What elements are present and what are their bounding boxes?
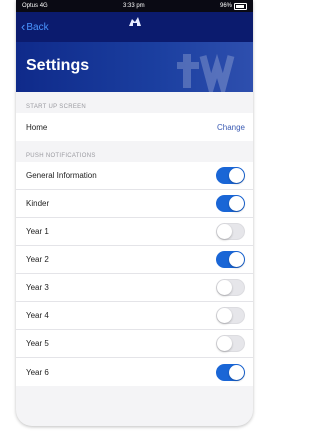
- battery-percent: 96%: [219, 3, 232, 9]
- push-notifications-list: General Information Kinder Year 1 Year 2…: [16, 162, 253, 386]
- carrier-name: Optus: [22, 3, 39, 9]
- status-bar: Optus 4G 3:33 pm 96%: [16, 0, 253, 12]
- list-item-home: Home Change: [16, 113, 253, 141]
- back-button[interactable]: ‹ Back: [16, 19, 49, 34]
- list-item-year-1: Year 1: [16, 218, 253, 246]
- status-time: 3:33 pm: [123, 3, 145, 9]
- battery-icon: [234, 2, 247, 10]
- toggle-switch[interactable]: [216, 223, 245, 240]
- toggle-knob: [217, 336, 232, 351]
- chevron-left-icon: ‹: [21, 19, 26, 34]
- toggle-knob: [217, 308, 232, 323]
- row-label: Year 2: [26, 255, 49, 264]
- toggle-knob: [229, 252, 244, 267]
- watermark-icon: [177, 53, 235, 92]
- navigation-bar: ‹ Back: [16, 12, 253, 42]
- section-heading-startup: START UP SCREEN: [16, 92, 253, 113]
- back-label: Back: [26, 21, 49, 33]
- row-label: Home: [26, 122, 48, 132]
- toggle-knob: [229, 168, 244, 183]
- toggle-switch[interactable]: [216, 307, 245, 324]
- toggle-switch[interactable]: [216, 335, 245, 352]
- toggle-switch[interactable]: [216, 167, 245, 184]
- settings-header: Settings: [16, 42, 253, 92]
- row-label: General Information: [26, 171, 97, 180]
- toggle-switch[interactable]: [216, 363, 245, 381]
- section-heading-push: PUSH NOTIFICATIONS: [16, 141, 253, 162]
- list-item-year-2: Year 2: [16, 246, 253, 274]
- row-label: Year 3: [26, 283, 49, 292]
- toggle-knob: [217, 224, 232, 239]
- row-label: Year 5: [26, 339, 49, 348]
- toggle-knob: [229, 364, 244, 380]
- list-item-general-information: General Information: [16, 162, 253, 190]
- row-label: Year 6: [26, 367, 49, 377]
- row-label: Year 1: [26, 227, 49, 236]
- list-item-year-6: Year 6: [16, 358, 253, 386]
- toggle-knob: [229, 196, 244, 211]
- toggle-switch[interactable]: [216, 251, 245, 268]
- page-title: Settings: [26, 57, 90, 74]
- phone-screen: Optus 4G 3:33 pm 96% ‹ Back Settings STA…: [16, 0, 253, 426]
- toggle-knob: [217, 280, 232, 295]
- startup-list: Home Change: [16, 113, 253, 141]
- list-item-year-3: Year 3: [16, 274, 253, 302]
- row-label: Year 4: [26, 311, 49, 320]
- row-label: Kinder: [26, 199, 50, 208]
- battery-info: 96%: [219, 2, 247, 10]
- list-footer-spacer: [16, 386, 253, 398]
- list-item-year-4: Year 4: [16, 302, 253, 330]
- carrier-info: Optus 4G: [22, 3, 48, 9]
- change-link[interactable]: Change: [217, 123, 245, 132]
- school-logo: [128, 16, 142, 30]
- toggle-switch[interactable]: [216, 279, 245, 296]
- list-item-kinder: Kinder: [16, 190, 253, 218]
- list-item-year-5: Year 5: [16, 330, 253, 358]
- toggle-switch[interactable]: [216, 195, 245, 212]
- network-type: 4G: [39, 3, 48, 9]
